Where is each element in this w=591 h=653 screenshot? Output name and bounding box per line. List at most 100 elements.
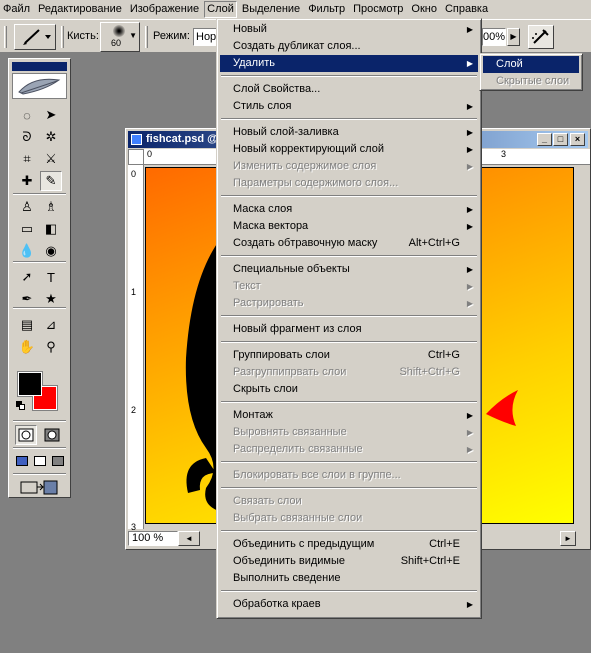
menu-item-label: Выровнять связанные [233, 426, 347, 438]
flow-input[interactable]: 00% [482, 28, 506, 46]
standard-mode-button[interactable] [15, 425, 37, 445]
menu-item-label: Маска слоя [233, 203, 293, 215]
submenu-arrow-icon: ▶ [466, 205, 473, 214]
ruler-corner[interactable] [128, 149, 144, 165]
gradient-tool-button[interactable]: ◧ [40, 219, 62, 239]
menu-vydelenie[interactable]: Выделение [239, 1, 303, 18]
menu-item-sloy-svoystva[interactable]: Слой Свойства... [220, 81, 478, 98]
close-button[interactable]: × [570, 133, 585, 146]
minimize-button[interactable]: _ [537, 133, 552, 146]
flow-dropdown-button[interactable]: ▶ [507, 28, 520, 46]
menu-item-izmenit-soderzhimoe-sloya: Изменить содержимое слоя ▶ [220, 158, 478, 175]
submenu-arrow-icon: ▶ [466, 265, 473, 274]
menu-item-svyazat-sloi: Связать слои [220, 493, 478, 510]
menu-spravka[interactable]: Справка [442, 1, 491, 18]
menu-separator [221, 487, 477, 489]
menu-okno[interactable]: Окно [408, 1, 440, 18]
lasso-tool-icon: ᘐ [22, 129, 32, 144]
menu-item-blokirovat-vse-sloi-v-gruppe: Блокировать все слои в группе... [220, 467, 478, 484]
pen-tool-button[interactable]: ✒ [16, 289, 38, 309]
shortcut-label: Alt+Ctrl+G [408, 237, 460, 249]
app-logo[interactable] [12, 73, 67, 99]
zoom-tool-button[interactable]: ⚲ [40, 337, 62, 357]
menu-item-skryt-sloi[interactable]: Скрыть слои [220, 381, 478, 398]
menu-prosmotr[interactable]: Просмотр [350, 1, 406, 18]
options-bar-separator [145, 26, 148, 48]
menu-item-udalit[interactable]: Удалить ▶ [220, 55, 478, 72]
history-brush-tool-button[interactable]: ♗ [40, 197, 62, 217]
menu-item-tekst: Текст ▶ [220, 278, 478, 295]
type-tool-button[interactable]: T [40, 267, 62, 287]
menu-sloy[interactable]: Слой [204, 1, 237, 18]
menu-item-novyy-sloy-zalivka[interactable]: Новый слой-заливка ▶ [220, 124, 478, 141]
slice-tool-icon: ⚔ [45, 151, 57, 166]
blur-tool-button[interactable]: 💧 [16, 241, 38, 261]
menu-item-maska-sloya[interactable]: Маска слоя ▶ [220, 201, 478, 218]
menu-item-obedinit-s-predyduschim[interactable]: Объединить с предыдущим Ctrl+E [220, 536, 478, 553]
menu-item-maska-vektora[interactable]: Маска вектора ▶ [220, 218, 478, 235]
jump-to-imageready-button[interactable] [17, 477, 61, 497]
menu-item-specialnye-obekty[interactable]: Специальные объекты ▶ [220, 261, 478, 278]
menu-item-obrabotka-kraev[interactable]: Обработка краев ▶ [220, 596, 478, 613]
eyedropper-tool-button[interactable]: ⊿ [40, 315, 62, 335]
slice-tool-button[interactable]: ⚔ [40, 149, 62, 169]
quick-mask-button[interactable] [41, 425, 63, 445]
magic-wand-tool-button[interactable]: ✲ [40, 127, 62, 147]
hand-tool-button[interactable]: ✋ [16, 337, 38, 357]
screen-mode-menu-button[interactable] [31, 451, 49, 471]
move-tool-button[interactable]: ➤ [40, 105, 62, 125]
shape-tool-button[interactable]: ★ [40, 289, 62, 309]
menu-item-razgruppiprvat-sloi: Разгруппипрвать слои Shift+Ctrl+G [220, 364, 478, 381]
menu-item-label: Объединить видимые [233, 555, 345, 567]
crop-tool-button[interactable]: ⌗ [16, 149, 38, 169]
menu-fayl[interactable]: Файл [0, 1, 33, 18]
menu-item-sozdat-dublikat-sloya[interactable]: Создать дубликат слоя... [220, 38, 478, 55]
vertical-ruler[interactable]: 0 1 2 3 [128, 165, 144, 532]
menu-filtr[interactable]: Фильтр [305, 1, 348, 18]
menu-item-novyy-korrektiruyuschiy-sloy[interactable]: Новый корректирующий слой ▶ [220, 141, 478, 158]
eraser-tool-button[interactable]: ▭ [16, 219, 38, 239]
menu-izobrazhenie[interactable]: Изображение [127, 1, 202, 18]
menu-separator [221, 530, 477, 532]
tool-preset-picker[interactable] [14, 24, 56, 50]
menu-item-montazh[interactable]: Монтаж ▶ [220, 407, 478, 424]
menu-item-gruppirovat-sloi[interactable]: Группировать слои Ctrl+G [220, 347, 478, 364]
menu-item-label: Специальные объекты [233, 263, 350, 275]
notes-tool-icon: ▤ [20, 317, 34, 332]
screen-mode-full-button[interactable] [49, 451, 67, 471]
path-selection-tool-button[interactable]: ➚ [16, 267, 38, 287]
default-colors-icon[interactable] [16, 401, 26, 411]
menu-item-novyy-fragment-iz-sloya[interactable]: Новый фрагмент из слоя [220, 321, 478, 338]
notes-tool-button[interactable]: ▤ [16, 315, 38, 335]
menu-item-label: Выполнить сведение [233, 572, 341, 584]
toolbox-separator [13, 447, 66, 449]
screen-mode-standard-button[interactable] [13, 451, 31, 471]
status-menu-button[interactable]: ◄ [178, 531, 200, 546]
menu-redaktirovanie[interactable]: Редактирование [35, 1, 125, 18]
lasso-tool-button[interactable]: ᘐ [16, 127, 38, 147]
dodge-tool-button[interactable]: ◉ [40, 241, 62, 261]
scroll-right-button[interactable]: ► [560, 531, 576, 546]
zoom-field[interactable]: 100 % [128, 531, 178, 546]
menu-item-sozdat-obtravochnuyu-masku[interactable]: Создать обтравочную маску Alt+Ctrl+G [220, 235, 478, 252]
marquee-tool-button[interactable]: ◌ [16, 105, 38, 125]
brush-picker[interactable]: 60 ▼ [100, 22, 140, 52]
clone-stamp-tool-button[interactable]: ♙ [16, 197, 38, 217]
menu-item-sloy[interactable]: Слой [483, 56, 579, 73]
menu-item-stil-sloya[interactable]: Стиль слоя ▶ [220, 98, 478, 115]
menu-item-obedinit-vidimye[interactable]: Объединить видимые Shift+Ctrl+E [220, 553, 478, 570]
options-bar-grip[interactable] [4, 26, 7, 48]
maximize-button[interactable]: □ [553, 133, 568, 146]
menu-item-vypolnit-svedenie[interactable]: Выполнить сведение [220, 570, 478, 587]
healing-brush-tool-button[interactable]: ✚ [16, 171, 38, 191]
airbrush-button[interactable] [528, 25, 554, 49]
menu-item-novyy[interactable]: Новый ▶ [220, 21, 478, 38]
brush-tool-button[interactable]: ✎ [40, 171, 62, 191]
foreground-color-swatch-front[interactable] [18, 372, 42, 396]
ruler-tick-label: 1 [131, 287, 137, 297]
toolbox-titlebar[interactable] [12, 62, 67, 71]
resize-grip[interactable] [576, 531, 589, 546]
menu-bar: Файл Редактирование Изображение Слой Выделен… [0, 0, 591, 19]
submenu-arrow-icon: ▶ [466, 428, 473, 437]
mode-select[interactable]: Нор [193, 28, 218, 46]
